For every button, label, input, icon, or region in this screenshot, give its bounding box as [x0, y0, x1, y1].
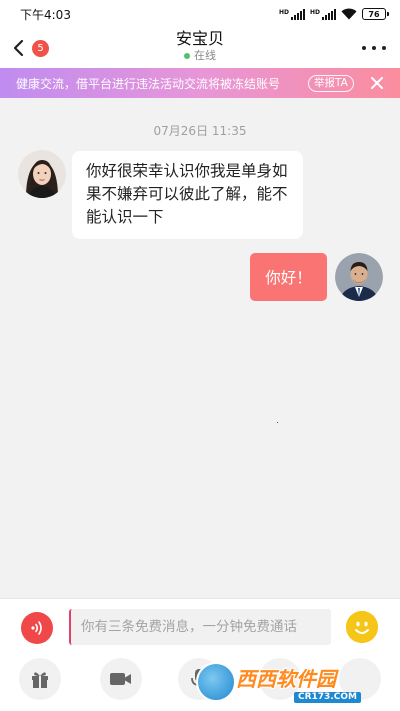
- signal-icon: HD: [310, 8, 336, 20]
- contact-name: 安宝贝: [175, 29, 224, 48]
- gift-button[interactable]: [19, 658, 61, 700]
- chat-header: 5 安宝贝 在线: [0, 28, 400, 68]
- notice-banner: 健康交流，借平台进行违法活动交流将被冻结账号 举报TA: [0, 68, 400, 98]
- gift-icon: [32, 672, 48, 688]
- status-icons: HD HD 76: [279, 8, 389, 20]
- online-dot-icon: [184, 53, 190, 59]
- stray-dot: [277, 422, 278, 423]
- wifi-icon: [341, 8, 357, 20]
- signal-icon: HD: [279, 8, 305, 20]
- more-dots-icon: [362, 46, 366, 50]
- online-status-label: 在线: [194, 49, 216, 62]
- video-camera-icon: [110, 673, 131, 685]
- outgoing-message-bubble[interactable]: 你好！: [250, 253, 327, 301]
- my-avatar[interactable]: [335, 253, 383, 301]
- unread-badge: 5: [32, 39, 49, 57]
- watermark-logo: 西西软件园 CR173.COM: [196, 660, 382, 706]
- back-button[interactable]: 5: [12, 34, 56, 62]
- notice-text: 健康交流，借平台进行违法活动交流将被冻结账号: [16, 76, 281, 91]
- voice-button[interactable]: [21, 612, 53, 644]
- status-time: 下午4:03: [20, 7, 71, 22]
- battery-level: 76: [368, 9, 380, 19]
- message-input[interactable]: [69, 609, 331, 645]
- battery-icon: 76: [362, 8, 389, 20]
- emoji-button[interactable]: [346, 611, 378, 643]
- status-bar: 下午4:03 HD HD 76: [0, 0, 400, 28]
- video-call-button[interactable]: [100, 658, 142, 700]
- incoming-message-bubble[interactable]: 你好很荣幸认识你我是单身如果不嫌弃可以彼此了解，能不能认识一下: [72, 151, 303, 239]
- smiley-icon: [346, 611, 378, 643]
- contact-avatar[interactable]: [18, 150, 66, 198]
- close-icon[interactable]: [370, 76, 384, 90]
- voice-wave-icon: [31, 621, 42, 635]
- watermark-text: 西西软件园: [236, 667, 336, 691]
- watermark-url: CR173.COM: [294, 692, 361, 703]
- more-button[interactable]: [362, 40, 386, 56]
- report-button[interactable]: 举报TA: [308, 75, 354, 92]
- title-block: 安宝贝 在线: [100, 28, 300, 63]
- chevron-left-icon: [13, 39, 24, 57]
- online-status: 在线: [100, 49, 300, 63]
- message-timestamp: 07月26日 11:35: [153, 124, 247, 138]
